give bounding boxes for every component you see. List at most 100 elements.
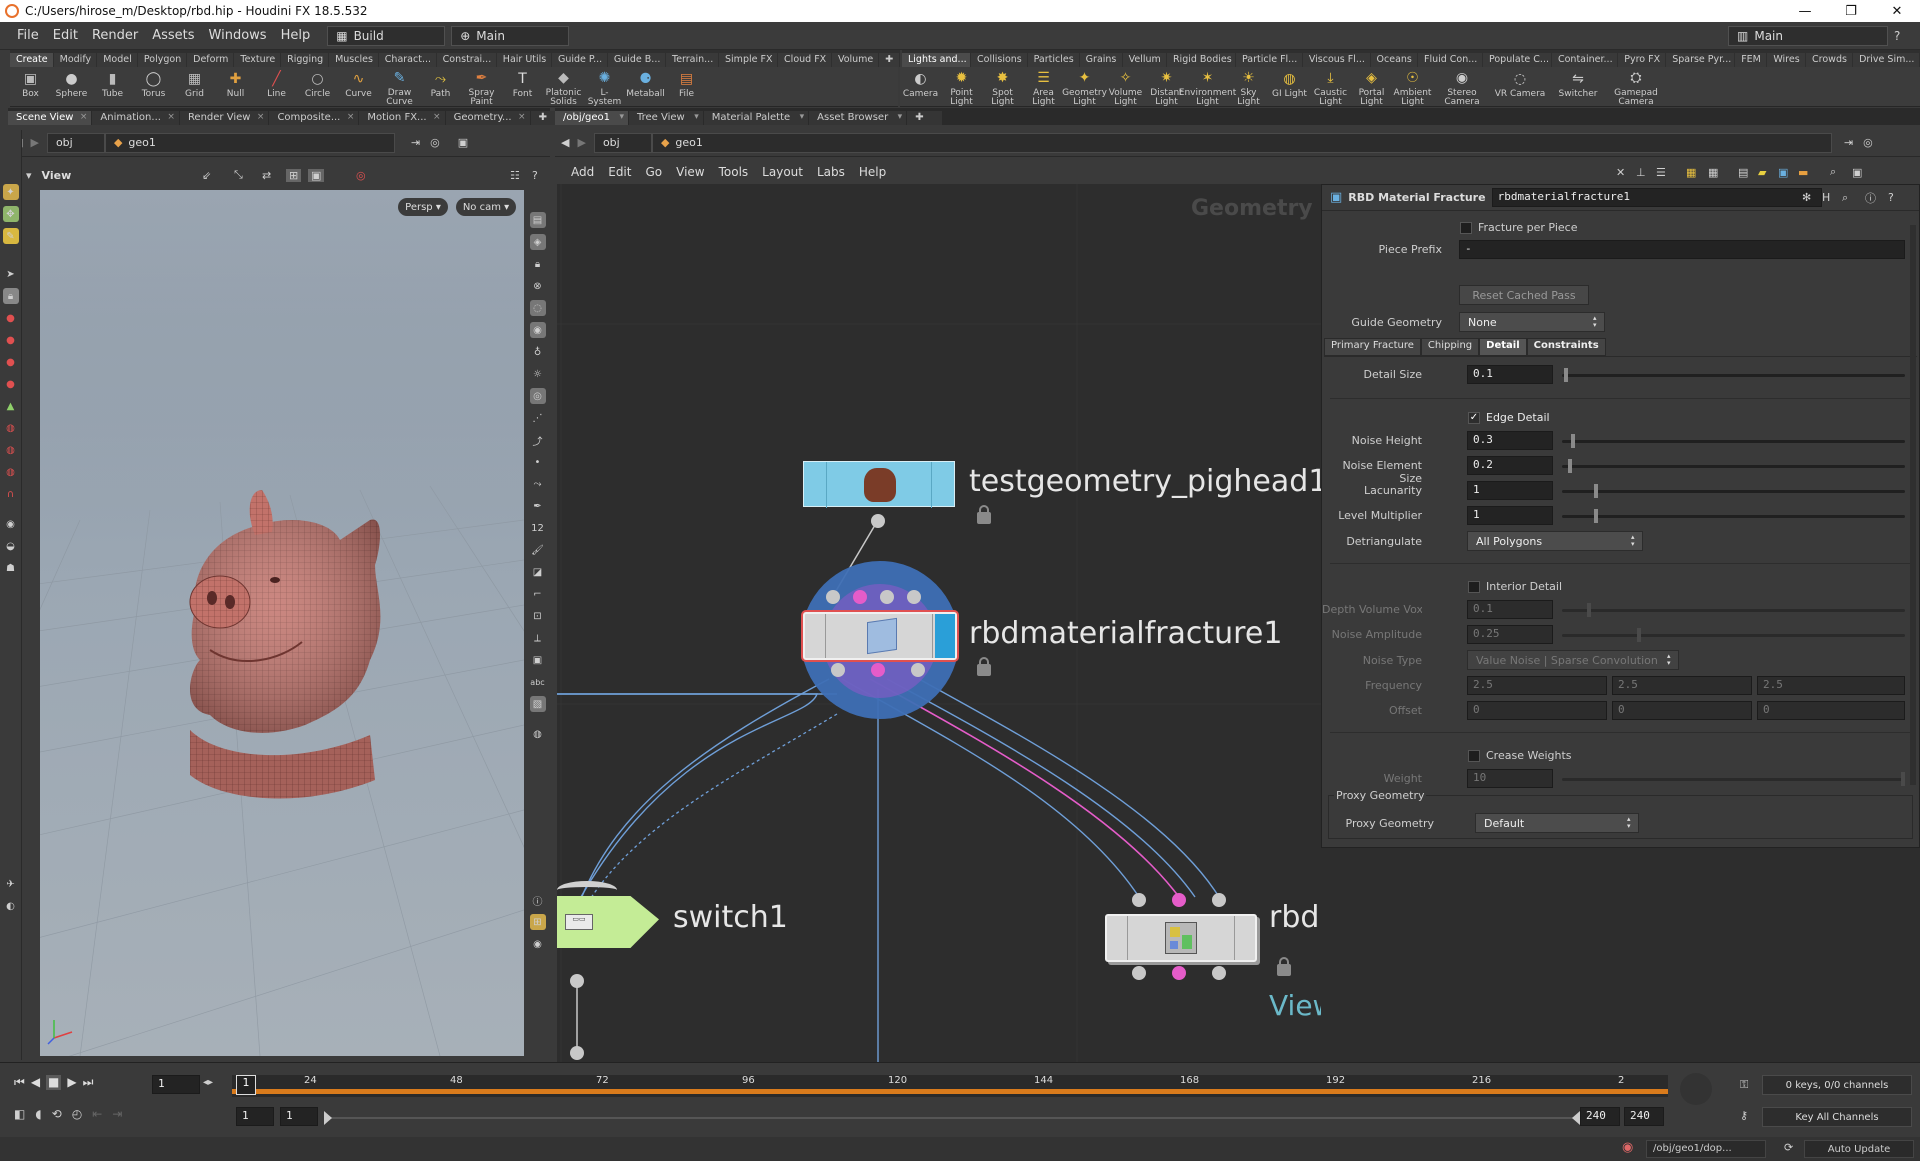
prev-key-icon[interactable]: ⇤ <box>92 1107 102 1121</box>
switch-downstream-dot[interactable] <box>570 1046 584 1060</box>
magnet-icon[interactable]: ● <box>3 310 19 326</box>
range-slider[interactable] <box>324 1111 1580 1125</box>
net-pane-tab-0[interactable]: /obj/geo1 ▾ <box>555 111 628 125</box>
info-icon[interactable]: ⓘ <box>530 892 546 908</box>
param-search-icon[interactable]: ⌕ <box>1842 191 1848 205</box>
noise-type-select[interactable]: Value Noise | Sparse Convolution <box>1467 650 1679 670</box>
exploded-output-2[interactable] <box>1172 966 1186 980</box>
pane-tab-1[interactable]: Animation... × <box>92 111 179 125</box>
shelf-tab-13[interactable]: Terrain... <box>666 53 719 67</box>
auto-update-button[interactable]: Auto Update <box>1804 1140 1914 1158</box>
net-path-obj[interactable]: obj <box>593 132 652 153</box>
swap-icon[interactable]: ⇄ <box>262 169 271 182</box>
shelf-tab-11[interactable]: Guide P... <box>551 53 607 67</box>
text-icon[interactable]: abc <box>530 674 546 690</box>
tool-environment-light[interactable]: ✶ Environment Light <box>1179 67 1236 107</box>
forward-arrow-icon-2[interactable]: ▶ <box>577 136 585 149</box>
view-tool-icon[interactable]: ◉ <box>3 516 19 532</box>
shelf-tab-6[interactable]: Rigging <box>281 53 329 67</box>
shelf-tab-right-5[interactable]: Rigid Bodies <box>1166 53 1235 67</box>
select-icon[interactable]: ✦ <box>2 184 19 200</box>
fracture-output-3[interactable] <box>911 663 925 677</box>
tree-icon[interactable]: ⊥ <box>1636 166 1646 179</box>
shading-icon[interactable]: ◈ <box>529 234 546 250</box>
pin-icon[interactable]: ⇥ <box>411 136 420 149</box>
tool-sky-light[interactable]: ☀ Sky Light <box>1228 67 1269 107</box>
camera-icon[interactable]: ✈ <box>3 876 19 892</box>
audio-icon[interactable]: ◧ <box>14 1107 25 1121</box>
net-menu-layout[interactable]: Layout <box>755 165 810 179</box>
render-icon[interactable]: ◒ <box>3 538 19 554</box>
shelf-tab-10[interactable]: Hair Utils <box>496 53 551 67</box>
light-icon[interactable]: ☗ <box>3 560 19 576</box>
next-key-icon[interactable]: ⇥ <box>112 1107 122 1121</box>
shelf-tab-right-3[interactable]: Grains <box>1079 53 1122 67</box>
close-tab-icon[interactable]: × <box>347 112 355 122</box>
shelf-tab-right-13[interactable]: Sparse Pyr... <box>1666 53 1735 67</box>
close-tab-icon[interactable]: ▾ <box>619 112 624 122</box>
arrow-tool-icon[interactable]: ⇙ <box>202 169 211 182</box>
shelf-tab-right-16[interactable]: Crowds <box>1806 53 1853 67</box>
net-menu-help[interactable]: Help <box>852 165 893 179</box>
color-grid-icon[interactable]: ▦ <box>1686 166 1696 179</box>
layout-icon[interactable]: ⊞ <box>529 914 546 930</box>
primitive-icon[interactable]: ▣ <box>530 652 546 668</box>
move-icon[interactable]: ✥ <box>2 206 19 222</box>
exploded-lock-icon[interactable] <box>1277 957 1291 976</box>
tool-curve[interactable]: ∿ Curve <box>338 67 379 107</box>
scale-icon[interactable]: ● <box>3 354 19 370</box>
noise-element-size-field[interactable]: 0.2 <box>1467 456 1553 475</box>
path-obj[interactable]: obj <box>46 132 105 153</box>
frequency-x-field[interactable]: 2.5 <box>1467 676 1607 695</box>
exploded-input-3[interactable] <box>1212 893 1226 907</box>
tab-chipping[interactable]: Chipping <box>1420 338 1480 356</box>
shelf-tab-5[interactable]: Texture <box>234 53 281 67</box>
lacunarity-slider[interactable] <box>1562 484 1905 498</box>
net-menu-add[interactable]: Add <box>564 165 601 179</box>
jump-end-icon[interactable]: ⏭ <box>83 1075 94 1090</box>
lighting-icon[interactable]: ◉ <box>529 322 546 338</box>
tool-switcher[interactable]: ⇋ Switcher <box>1549 67 1607 107</box>
points-icon[interactable]: ⋰ <box>530 410 546 426</box>
brain-icon[interactable]: ◉ <box>1622 1140 1633 1155</box>
playback-end-field[interactable]: 240 <box>1580 1107 1620 1126</box>
exploded-input-1[interactable] <box>1132 893 1146 907</box>
pin-icon-2[interactable]: ⇥ <box>1844 136 1853 149</box>
playhead[interactable]: 1 <box>236 1075 256 1095</box>
tab-primary-fracture[interactable]: Primary Fracture <box>1324 338 1421 356</box>
help-h-icon[interactable]: H <box>1822 191 1830 204</box>
close-tab-icon[interactable]: × <box>167 112 175 122</box>
pane-tab-4[interactable]: Motion FX... × <box>359 111 445 125</box>
tool-torus[interactable]: ◯ Torus <box>133 67 174 107</box>
weight-field[interactable]: 10 <box>1467 769 1553 788</box>
piece-prefix-field[interactable]: - <box>1459 240 1905 259</box>
shelf-tab-4[interactable]: Deform <box>187 53 234 67</box>
add-shelf-tab-icon[interactable]: ✚ <box>879 53 899 67</box>
fracture-input-2[interactable] <box>853 590 867 604</box>
maximize-button[interactable]: ❐ <box>1828 0 1874 22</box>
background-icon[interactable]: ◎ <box>529 388 546 404</box>
menu-render[interactable]: Render <box>85 28 145 43</box>
close-tab-icon[interactable]: ▾ <box>800 112 805 122</box>
close-tab-icon[interactable]: ▾ <box>898 112 903 122</box>
offset-x-field[interactable]: 0 <box>1467 701 1607 720</box>
menu-file[interactable]: File <box>10 28 46 43</box>
param-help-icon[interactable]: ? <box>1888 191 1894 204</box>
shelf-tab-right-8[interactable]: Oceans <box>1370 53 1417 67</box>
tool-vr-camera[interactable]: ◌ VR Camera <box>1491 67 1549 107</box>
shelf-tab-right-9[interactable]: Fluid Con... <box>1417 53 1482 67</box>
back-arrow-icon-2[interactable]: ◀ <box>561 136 569 149</box>
tool-camera[interactable]: ◐ Camera <box>900 67 941 107</box>
tool-metaball[interactable]: ⚈ Metaball <box>625 67 666 107</box>
corner-icon[interactable]: ⌐ <box>530 586 546 602</box>
net-pane-tab-2[interactable]: Material Palette ▾ <box>703 111 809 125</box>
help-icon[interactable]: ? <box>1894 29 1900 43</box>
view-pin-icon[interactable]: ▾ <box>26 169 32 182</box>
image-icon[interactable]: ▣ <box>1778 166 1788 179</box>
exploded-input-2[interactable] <box>1172 893 1186 907</box>
shelf-tab-7[interactable]: Muscles <box>329 53 378 67</box>
eye-icon[interactable]: ◉ <box>530 936 546 952</box>
pose-icon[interactable]: ▲ <box>3 398 19 414</box>
tool-null[interactable]: ✚ Null <box>215 67 256 107</box>
wire-toggle-icon[interactable]: ▣ <box>308 168 325 182</box>
